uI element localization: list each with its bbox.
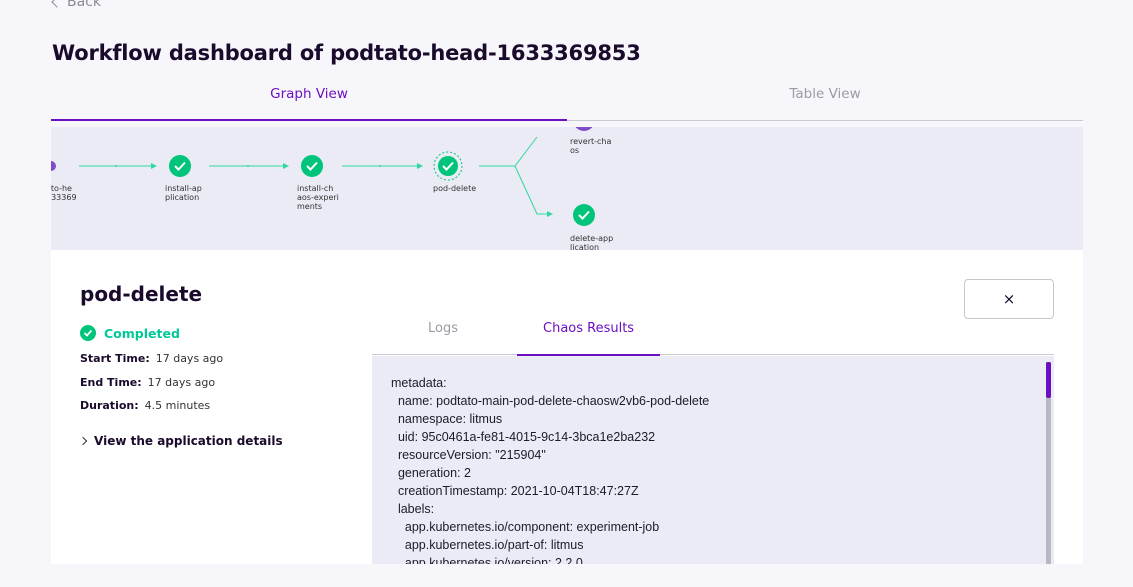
status-label: Completed <box>104 325 180 341</box>
duration-label: Duration: <box>80 399 139 412</box>
chevron-left-icon <box>51 0 63 8</box>
result-line: app.kubernetes.io/part-of: litmus <box>404 538 584 552</box>
graph-node-label: delete-app lication <box>570 234 614 250</box>
graph-node-label: pod-delete <box>433 184 477 193</box>
result-line: resourceVersion: "215904" <box>397 448 546 462</box>
chaos-results-viewer[interactable]: metadata: name: podtato-main-pod-delete-… <box>372 356 1054 564</box>
start-time-value: 17 days ago <box>155 352 224 365</box>
result-line: name: podtato-main-pod-delete-chaosw2vb6… <box>397 394 710 408</box>
graph-node-revert-chaos-icon <box>575 127 593 131</box>
end-time-row: End Time: 17 days ago <box>80 376 215 389</box>
graph-node-delete-application-icon <box>573 204 595 226</box>
back-label: Back <box>67 0 101 10</box>
result-line: uid: 95c0461a-fe81-4015-9c14-3bca1e2ba23… <box>397 430 656 444</box>
node-details-panel: pod-delete Completed Start Time: 17 days … <box>51 250 1083 564</box>
result-line: app.kubernetes.io/component: experiment-… <box>404 520 660 534</box>
view-application-details-toggle[interactable]: View the application details <box>78 434 283 448</box>
graph-node-label: install-ap plication <box>165 184 202 202</box>
close-icon: × <box>1002 290 1016 308</box>
page-title: Workflow dashboard of podtato-head-16333… <box>52 41 641 65</box>
tab-chaos-results[interactable]: Chaos Results <box>516 321 661 356</box>
graph-node-label: ato-he 633369 <box>51 184 77 202</box>
app-details-label: View the application details <box>94 434 283 448</box>
graph-node-start-icon <box>51 161 56 171</box>
start-time-label: Start Time: <box>80 352 150 365</box>
end-time-value: 17 days ago <box>147 376 216 389</box>
result-line: namespace: litmus <box>397 412 503 426</box>
graph-canvas <box>51 127 595 226</box>
status-badge: Completed <box>80 325 180 341</box>
result-tabs: Logs Chaos Results <box>372 312 1054 356</box>
result-line: creationTimestamp: 2021-10-04T18:47:27Z <box>397 484 639 498</box>
graph-edge <box>514 165 551 215</box>
result-line: metadata: <box>391 376 447 390</box>
tab-table-view[interactable]: Table View <box>567 80 1083 120</box>
graph-node-label: revert-cha os <box>570 137 612 155</box>
back-button[interactable]: Back <box>51 0 101 10</box>
node-title: pod-delete <box>80 282 203 306</box>
chaos-results-text: metadata: name: podtato-main-pod-delete-… <box>391 374 709 564</box>
view-tabs: Graph View Table View <box>51 80 1083 121</box>
start-time-row: Start Time: 17 days ago <box>80 352 223 365</box>
end-time-label: End Time: <box>80 376 142 389</box>
tab-graph-view[interactable]: Graph View <box>51 80 567 121</box>
duration-value: 4.5 minutes <box>144 399 211 412</box>
scrollbar-thumb[interactable] <box>1046 362 1051 398</box>
graph-node-install-application-icon <box>169 155 191 177</box>
check-circle-icon <box>80 325 96 341</box>
graph-node-install-chaos-experiments-icon <box>301 155 323 177</box>
duration-row: Duration: 4.5 minutes <box>80 399 210 412</box>
result-line: labels: <box>397 502 435 516</box>
chevron-right-icon <box>78 436 88 446</box>
tab-logs[interactable]: Logs <box>428 321 458 336</box>
result-line: app.kubernetes.io/version: 2.2.0 <box>404 556 583 564</box>
graph-node-pod-delete-icon <box>433 151 463 181</box>
result-line: generation: 2 <box>397 466 471 480</box>
graph-edge <box>479 136 538 167</box>
graph-node-label: install-ch aos-experi ments <box>297 184 339 211</box>
workflow-graph[interactable]: ato-he 633369 install-ap plication insta… <box>51 127 1083 250</box>
